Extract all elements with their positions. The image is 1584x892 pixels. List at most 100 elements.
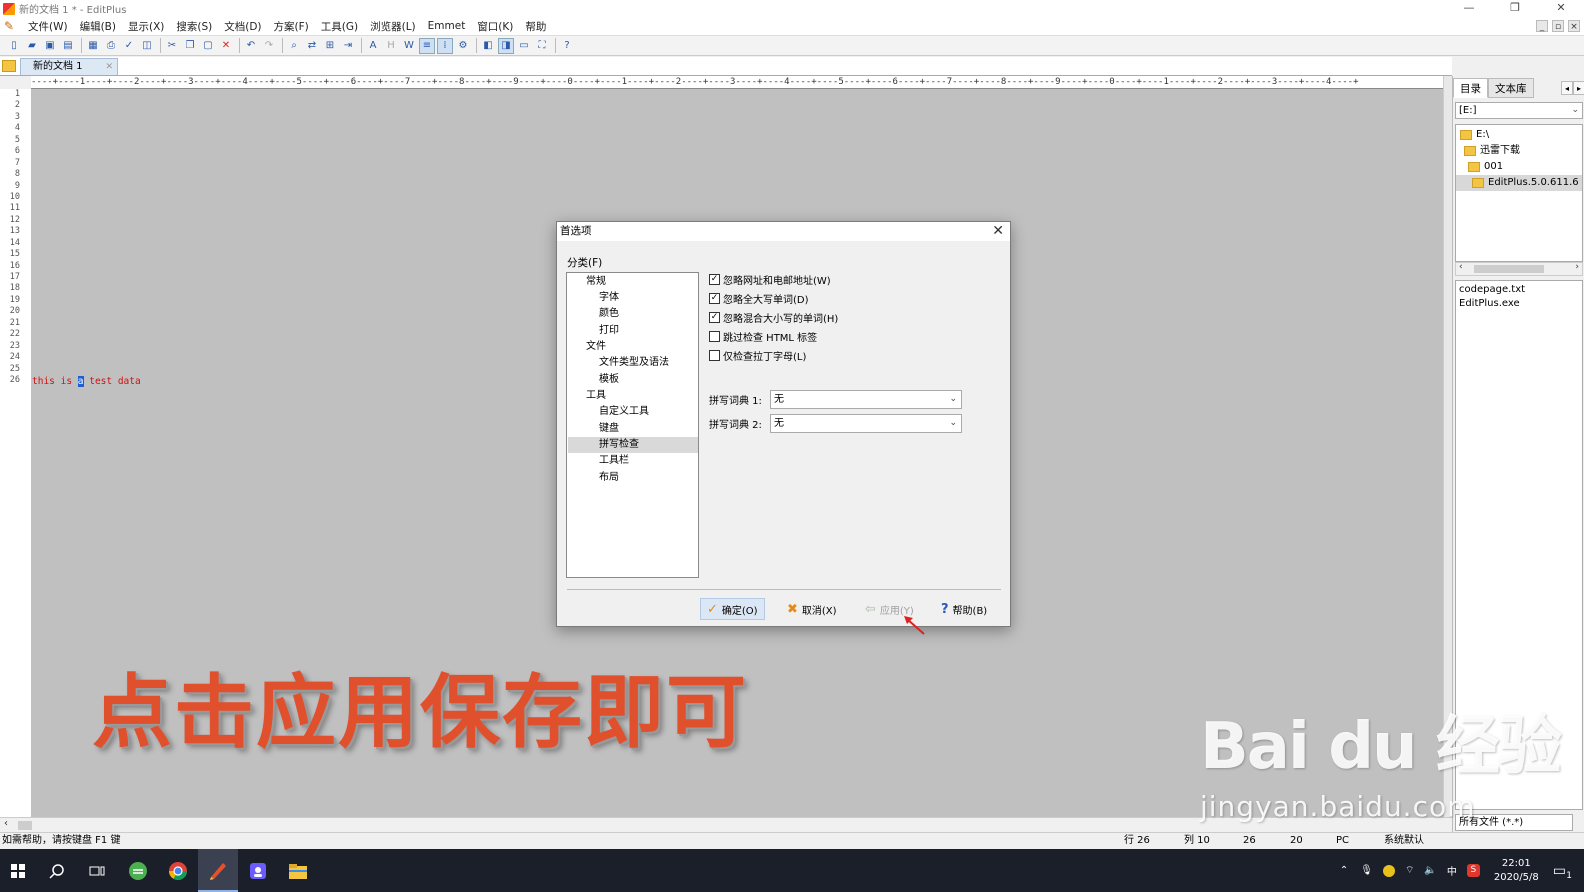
redo-icon[interactable]: ↷	[261, 38, 277, 54]
search-icon[interactable]	[38, 849, 76, 892]
directory-window-icon[interactable]: ◧	[480, 38, 496, 54]
tab-cliptext[interactable]: 文本库	[1488, 78, 1534, 98]
file-explorer-icon[interactable]	[278, 849, 318, 892]
menu-window[interactable]: 窗口(K)	[471, 19, 519, 34]
category-general[interactable]: 常规	[568, 274, 698, 290]
menu-edit[interactable]: 编辑(B)	[74, 19, 122, 34]
category-color[interactable]: 颜色	[568, 306, 698, 322]
menu-search[interactable]: 搜索(S)	[170, 19, 218, 34]
mdi-restore-button[interactable]: ▫	[1552, 20, 1564, 32]
tray-app-icon[interactable]	[1382, 864, 1395, 877]
save-all-icon[interactable]: ▤	[60, 38, 76, 54]
menu-browser[interactable]: 浏览器(L)	[364, 19, 422, 34]
checkbox-checked[interactable]: ✓	[709, 273, 720, 285]
close-window-button[interactable]: ✕	[1538, 0, 1584, 17]
file-item[interactable]: codepage.txt	[1459, 283, 1579, 297]
ignore-urls-checkbox[interactable]: ✓ 忽略网址和电邮地址(W)	[709, 272, 831, 287]
help-icon[interactable]: ?	[559, 38, 575, 54]
spellcheck-icon[interactable]: ✓	[121, 38, 137, 54]
ignore-mixed-case-checkbox[interactable]: ✓ 忽略混合大小写的单词(H)	[709, 310, 838, 325]
dictionary-2-select[interactable]: 无 ⌄	[770, 414, 962, 433]
scroll-left-icon[interactable]: ‹	[4, 818, 8, 829]
file-item[interactable]: EditPlus.exe	[1459, 297, 1579, 311]
chevron-up-icon[interactable]: ⌃	[1340, 865, 1348, 876]
notification-icon[interactable]: ▭ 1	[1553, 863, 1572, 881]
output-window-icon[interactable]: ▭	[516, 38, 532, 54]
category-print[interactable]: 打印	[568, 323, 698, 339]
scroll-left-icon[interactable]: ‹	[1459, 262, 1463, 272]
category-spellcheck[interactable]: 拼写检查	[568, 437, 698, 453]
scroll-thumb[interactable]	[18, 821, 32, 830]
menu-project[interactable]: 方案(F)	[268, 19, 315, 34]
minimize-button[interactable]: —	[1446, 0, 1492, 17]
wifi-icon[interactable]: ⌔	[1405, 864, 1414, 877]
ok-button[interactable]: ✓ 确定(O)	[700, 598, 765, 620]
cut-icon[interactable]: ✂	[164, 38, 180, 54]
checkbox-unchecked[interactable]	[709, 349, 720, 361]
font-icon[interactable]: A	[365, 38, 381, 54]
menu-tools[interactable]: 工具(G)	[315, 19, 364, 34]
tree-item-drive-e[interactable]: E:\	[1460, 127, 1489, 143]
tree-horizontal-scrollbar[interactable]: ‹ ›	[1455, 262, 1583, 276]
restore-button[interactable]: ❐	[1492, 0, 1538, 17]
mdi-minimize-button[interactable]: _	[1536, 20, 1548, 32]
open-folder-icon[interactable]: ▰	[24, 38, 40, 54]
latin-only-checkbox[interactable]: 仅检查拉丁字母(L)	[709, 348, 806, 363]
find-in-files-icon[interactable]: ⊞	[322, 38, 338, 54]
mdi-close-button[interactable]: ×	[1568, 20, 1580, 32]
replace-icon[interactable]: ⇄	[304, 38, 320, 54]
paste-icon[interactable]: ▢	[200, 38, 216, 54]
cancel-button[interactable]: ✖ 取消(X)	[781, 598, 843, 620]
goto-icon[interactable]: ⇥	[340, 38, 356, 54]
ime-indicator[interactable]: 中	[1447, 863, 1457, 878]
tab-directory[interactable]: 目录	[1453, 78, 1488, 98]
category-keyboard[interactable]: 键盘	[568, 421, 698, 437]
ruler-icon[interactable]: ⁞	[437, 37, 453, 54]
skip-html-tags-checkbox[interactable]: 跳过检查 HTML 标签	[709, 329, 817, 344]
browser-icon[interactable]: ◫	[139, 38, 155, 54]
folder-icon[interactable]	[2, 60, 16, 72]
tab-new-document-1[interactable]: 新的文档 1 ✕	[20, 58, 118, 75]
menu-document[interactable]: 文档(D)	[218, 19, 267, 34]
undo-icon[interactable]: ↶	[243, 38, 259, 54]
tab-close-icon[interactable]: ✕	[105, 59, 113, 75]
microphone-icon[interactable]: 🎙	[1360, 865, 1373, 876]
status-encoding[interactable]: 系统默认	[1384, 833, 1424, 849]
dictionary-1-select[interactable]: 无 ⌄	[770, 390, 962, 409]
fullscreen-icon[interactable]: ⛶	[534, 38, 550, 54]
category-files[interactable]: 文件	[568, 339, 698, 355]
category-templates[interactable]: 模板	[568, 372, 698, 388]
print-preview-icon[interactable]: ▦	[85, 38, 101, 54]
find-icon[interactable]: ⌕	[286, 38, 302, 54]
tree-item-001[interactable]: 001	[1468, 159, 1503, 175]
tree-item-xunlei[interactable]: 迅雷下载	[1464, 143, 1520, 159]
system-clock[interactable]: 22:01 2020/5/8	[1494, 857, 1539, 885]
category-toolbar[interactable]: 工具栏	[568, 453, 698, 469]
help-button[interactable]: ? 帮助(B)	[935, 598, 993, 620]
delete-icon[interactable]: ✕	[218, 38, 234, 54]
volume-icon[interactable]: 🔈	[1424, 865, 1436, 876]
html-icon[interactable]: H	[383, 38, 399, 54]
word-wrap-icon[interactable]: W	[401, 38, 417, 54]
menu-help[interactable]: 帮助	[519, 19, 552, 34]
windows-start-icon[interactable]	[0, 849, 36, 892]
editor-vertical-scrollbar[interactable]	[1443, 76, 1452, 817]
new-file-icon[interactable]: ▯	[6, 38, 22, 54]
code-line-26[interactable]: this is a test data	[32, 376, 141, 387]
copy-icon[interactable]: ❐	[182, 38, 198, 54]
category-file-types[interactable]: 文件类型及语法	[568, 355, 698, 371]
print-icon[interactable]: ⎙	[103, 38, 119, 54]
task-view-icon[interactable]	[78, 849, 116, 892]
menu-emmet[interactable]: Emmet	[422, 20, 472, 32]
scroll-right-icon[interactable]: ›	[1575, 262, 1579, 272]
drive-select[interactable]: [E:] ⌄	[1455, 102, 1583, 119]
ignore-uppercase-checkbox[interactable]: ✓ 忽略全大写单词(D)	[709, 291, 809, 306]
cliptext-window-icon[interactable]: ◨	[498, 37, 514, 54]
app-purple-icon[interactable]	[238, 849, 278, 892]
line-number-icon[interactable]: ≡	[419, 37, 435, 54]
checkbox-unchecked[interactable]	[709, 330, 720, 342]
editplus-taskbar-icon[interactable]	[198, 849, 238, 892]
category-tools[interactable]: 工具	[568, 388, 698, 404]
tab-scroll-left-icon[interactable]: ◂	[1561, 81, 1573, 95]
scroll-thumb[interactable]	[1474, 265, 1544, 273]
